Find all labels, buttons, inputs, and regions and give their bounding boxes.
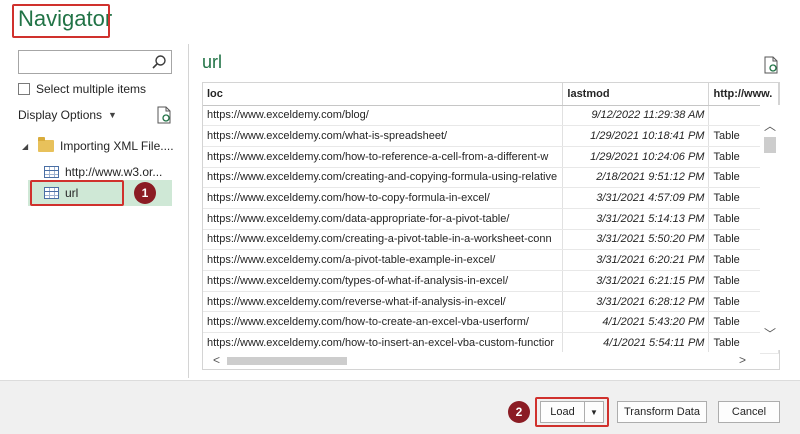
footer-bar: 2 Load ▼ Transform Data Cancel bbox=[0, 380, 800, 434]
cell-lastmod: 3/31/2021 4:57:09 PM bbox=[562, 187, 710, 209]
cell-lastmod: 9/12/2022 11:29:38 AM bbox=[562, 105, 710, 127]
table-row: https://www.exceldemy.com/types-of-what-… bbox=[203, 270, 779, 292]
chevron-down-icon: ▼ bbox=[108, 110, 117, 120]
load-highlight-box bbox=[535, 397, 609, 427]
table-icon bbox=[44, 166, 59, 178]
cell-lastmod: 3/31/2021 5:50:20 PM bbox=[562, 229, 710, 251]
cell-loc: https://www.exceldemy.com/how-to-create-… bbox=[203, 311, 564, 334]
horizontal-scrollbar[interactable]: < > bbox=[203, 352, 760, 369]
column-header-http[interactable]: http://www. bbox=[708, 83, 779, 106]
vertical-scroll-thumb[interactable] bbox=[764, 137, 776, 153]
cell-lastmod: 4/1/2021 5:54:11 PM bbox=[562, 332, 710, 354]
title-highlight-box bbox=[12, 4, 110, 38]
table-row: https://www.exceldemy.com/how-to-referen… bbox=[203, 146, 779, 168]
title-bar: Navigator bbox=[0, 0, 800, 44]
tree-folder-label: Importing XML File.... bbox=[60, 139, 174, 153]
table-row: https://www.exceldemy.com/creating-and-c… bbox=[203, 167, 779, 189]
scroll-right-icon[interactable]: > bbox=[739, 353, 746, 367]
cell-loc: https://www.exceldemy.com/reverse-what-i… bbox=[203, 291, 564, 313]
cell-loc: https://www.exceldemy.com/how-to-referen… bbox=[203, 146, 564, 168]
select-multiple-row[interactable]: Select multiple items bbox=[18, 82, 146, 96]
preview-title: url bbox=[202, 52, 223, 72]
tree-item-w3-label: http://www.w3.or... bbox=[65, 165, 163, 179]
cell-loc: https://www.exceldemy.com/creating-a-piv… bbox=[203, 229, 564, 251]
cell-loc: https://www.exceldemy.com/types-of-what-… bbox=[203, 270, 564, 292]
refresh-preview-icon[interactable] bbox=[763, 56, 779, 74]
cell-lastmod: 3/31/2021 6:20:21 PM bbox=[562, 249, 710, 271]
pane-divider[interactable] bbox=[188, 44, 189, 378]
preview-grid: loc lastmod http://www. https://www.exce… bbox=[202, 82, 780, 370]
scroll-left-icon[interactable]: < bbox=[213, 353, 220, 367]
cell-loc: https://www.exceldemy.com/creating-and-c… bbox=[203, 167, 564, 189]
cell-lastmod: 3/31/2021 5:14:13 PM bbox=[562, 208, 710, 230]
transform-data-button[interactable]: Transform Data bbox=[617, 401, 707, 423]
collapse-triangle-icon[interactable]: ◢ bbox=[22, 142, 32, 151]
cell-lastmod: 2/18/2021 9:51:12 PM bbox=[562, 167, 710, 189]
cell-lastmod: 1/29/2021 10:24:06 PM bbox=[562, 146, 710, 168]
search-input[interactable] bbox=[18, 50, 172, 74]
preview-table: loc lastmod http://www. https://www.exce… bbox=[203, 83, 779, 354]
cell-loc: https://www.exceldemy.com/what-is-spread… bbox=[203, 125, 564, 147]
table-row: https://www.exceldemy.com/what-is-spread… bbox=[203, 125, 779, 147]
cell-lastmod: 3/31/2021 6:21:15 PM bbox=[562, 270, 710, 292]
url-highlight-box bbox=[30, 180, 124, 206]
table-row: https://www.exceldemy.com/blog/9/12/2022… bbox=[203, 105, 779, 127]
table-header-row: loc lastmod http://www. bbox=[203, 83, 779, 106]
select-multiple-checkbox[interactable] bbox=[18, 83, 30, 95]
select-multiple-label: Select multiple items bbox=[36, 82, 147, 96]
cell-loc: https://www.exceldemy.com/how-to-insert-… bbox=[203, 332, 564, 354]
table-row: https://www.exceldemy.com/a-pivot-table-… bbox=[203, 249, 779, 271]
table-row: https://www.exceldemy.com/reverse-what-i… bbox=[203, 291, 779, 313]
cell-loc: https://www.exceldemy.com/data-appropria… bbox=[203, 208, 564, 230]
horizontal-scroll-thumb[interactable] bbox=[227, 357, 347, 365]
table-row: https://www.exceldemy.com/how-to-insert-… bbox=[203, 332, 779, 354]
folder-icon bbox=[38, 137, 54, 152]
cell-lastmod: 3/31/2021 6:28:12 PM bbox=[562, 291, 710, 313]
search-icon[interactable] bbox=[151, 54, 167, 70]
cell-lastmod: 1/29/2021 10:18:41 PM bbox=[562, 125, 710, 147]
cell-loc: https://www.exceldemy.com/blog/ bbox=[203, 105, 564, 127]
table-row: https://www.exceldemy.com/data-appropria… bbox=[203, 208, 779, 230]
cell-lastmod: 4/1/2021 5:43:20 PM bbox=[562, 311, 710, 334]
step-badge-1: 1 bbox=[134, 182, 156, 204]
table-row: https://www.exceldemy.com/how-to-create-… bbox=[203, 311, 779, 334]
scroll-down-icon[interactable]: ﹀ bbox=[764, 325, 776, 342]
left-pane: Select multiple items Display Options ▼ … bbox=[0, 44, 188, 378]
table-body: https://www.exceldemy.com/blog/9/12/2022… bbox=[203, 105, 779, 354]
step-badge-2: 2 bbox=[508, 401, 530, 423]
column-header-loc[interactable]: loc bbox=[203, 83, 564, 106]
tree-folder-item[interactable]: ◢ Importing XML File.... bbox=[22, 134, 174, 158]
display-options-dropdown[interactable]: Display Options ▼ bbox=[18, 108, 117, 122]
cell-loc: https://www.exceldemy.com/how-to-copy-fo… bbox=[203, 187, 564, 209]
scroll-up-icon[interactable]: ︿ bbox=[764, 117, 776, 134]
cancel-button[interactable]: Cancel bbox=[718, 401, 780, 423]
refresh-document-icon[interactable] bbox=[156, 106, 172, 124]
cell-loc: https://www.exceldemy.com/a-pivot-table-… bbox=[203, 249, 564, 271]
column-header-lastmod[interactable]: lastmod bbox=[562, 83, 710, 106]
table-row: https://www.exceldemy.com/how-to-copy-fo… bbox=[203, 187, 779, 209]
vertical-scrollbar[interactable]: ︿ ﹀ bbox=[760, 105, 780, 350]
table-row: https://www.exceldemy.com/creating-a-piv… bbox=[203, 229, 779, 251]
display-options-label: Display Options bbox=[18, 108, 103, 122]
